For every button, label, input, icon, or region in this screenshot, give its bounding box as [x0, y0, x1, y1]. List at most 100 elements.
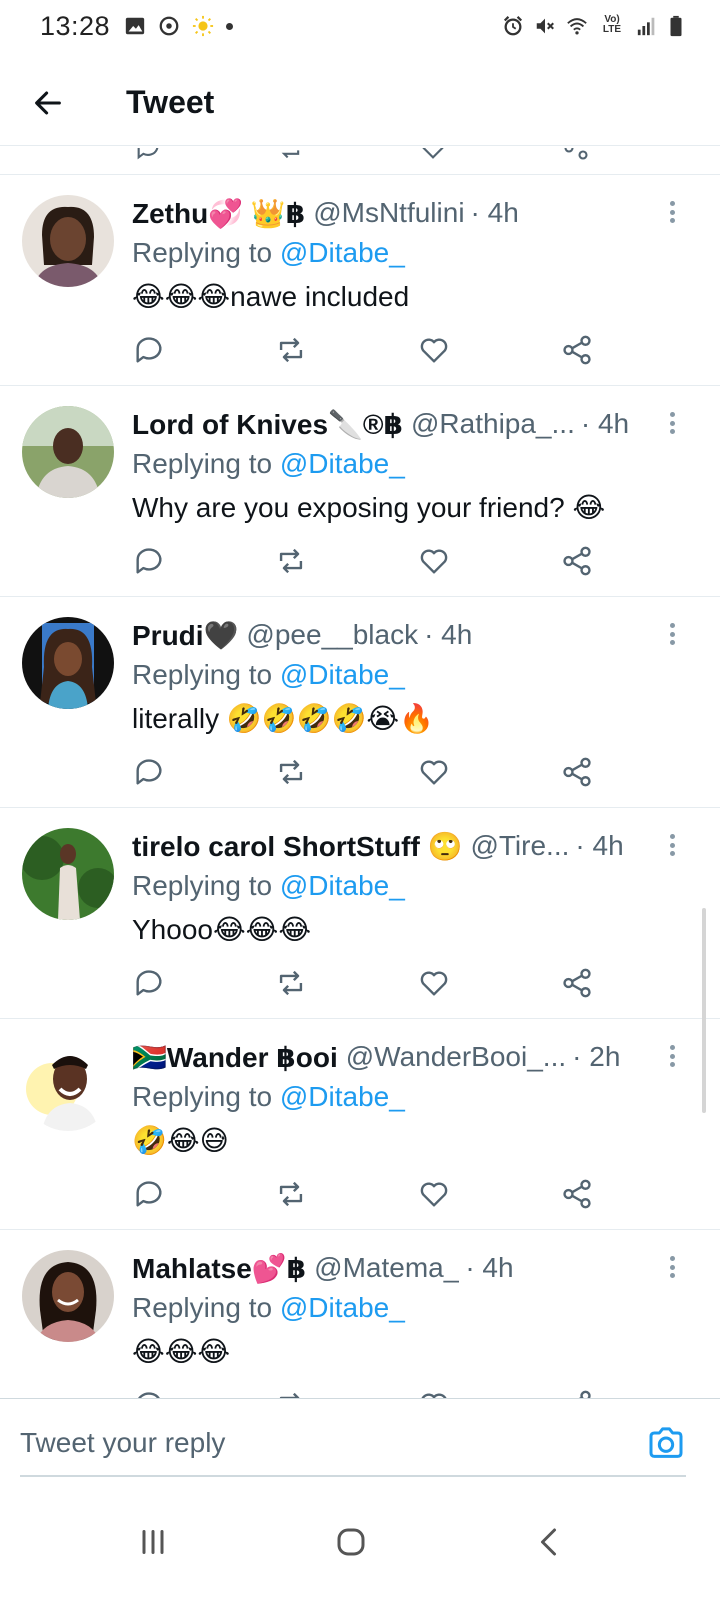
share-icon	[563, 968, 591, 998]
more-options-button[interactable]	[662, 408, 682, 438]
share-button[interactable]	[560, 544, 594, 578]
author-handle[interactable]: @pee__black	[246, 619, 418, 651]
reply-button[interactable]	[132, 333, 166, 367]
like-button[interactable]	[417, 1388, 451, 1398]
avatar[interactable]	[22, 1039, 114, 1131]
like-button[interactable]	[417, 544, 451, 578]
reply-button[interactable]	[132, 966, 166, 1000]
share-button[interactable]	[560, 1388, 594, 1398]
author-handle[interactable]: @Tire...	[470, 830, 569, 862]
avatar[interactable]	[22, 406, 114, 498]
reply-button[interactable]	[132, 544, 166, 578]
tweet-item[interactable]: tirelo carol ShortStuff 🙄 @Tire... · 4h …	[0, 808, 720, 1019]
reply-icon	[136, 1181, 162, 1207]
reply-icon	[138, 1392, 160, 1398]
retweet-button[interactable]	[274, 755, 308, 789]
app-header: Tweet	[0, 60, 720, 146]
more-options-button[interactable]	[662, 1252, 682, 1282]
status-right-icons: Vo) LTE	[502, 15, 684, 37]
like-button[interactable]	[417, 1177, 451, 1211]
tweet-list: Zethu💞 👑฿ @MsNtfulini · 4h Replying to @…	[0, 175, 720, 1398]
more-options-button[interactable]	[662, 619, 682, 649]
reply-button[interactable]	[132, 1177, 166, 1211]
status-left-icons	[124, 15, 234, 37]
tweet-actions	[132, 1177, 602, 1213]
more-options-button[interactable]	[662, 830, 682, 860]
tweet-time: · 2h	[572, 1041, 621, 1072]
more-options-button[interactable]	[662, 1041, 682, 1071]
retweet-icon	[279, 970, 303, 996]
tweet-actions	[132, 1388, 602, 1398]
retweet-button[interactable]	[274, 544, 308, 578]
dot-icon	[226, 22, 234, 30]
battery-icon	[668, 15, 684, 37]
share-button[interactable]	[560, 333, 594, 367]
avatar[interactable]	[22, 617, 114, 709]
share-button[interactable]	[560, 755, 594, 789]
retweet-icon[interactable]	[276, 148, 304, 162]
share-icon[interactable]	[562, 148, 590, 162]
author-name[interactable]: tirelo carol ShortStuff 🙄	[132, 830, 462, 863]
author-handle[interactable]: @MsNtfulini	[313, 197, 464, 229]
author-name[interactable]: Lord of Knives🔪®฿	[132, 408, 403, 441]
tweet-header: Prudi🖤 @pee__black · 4h	[132, 617, 660, 653]
avatar[interactable]	[22, 195, 114, 287]
share-button[interactable]	[560, 966, 594, 1000]
scrollbar[interactable]	[702, 908, 706, 1113]
author-handle[interactable]: @Rathipa_...	[411, 408, 575, 440]
author-handle[interactable]: @Matema_	[314, 1252, 459, 1284]
more-options-button[interactable]	[662, 197, 682, 227]
author-name[interactable]: 🇿🇦Wander ฿ooi	[132, 1041, 338, 1074]
reply-composer	[0, 1398, 720, 1488]
retweet-button[interactable]	[274, 1177, 308, 1211]
retweet-button[interactable]	[274, 966, 308, 1000]
reply-icon	[136, 970, 162, 996]
reply-button[interactable]	[132, 755, 166, 789]
camera-icon	[649, 1427, 683, 1458]
tweet-actions	[132, 544, 602, 580]
retweet-button[interactable]	[274, 333, 308, 367]
replying-to-link[interactable]: @Ditabe_	[280, 1081, 405, 1112]
tweet-item[interactable]: Prudi🖤 @pee__black · 4h Replying to @Dit…	[0, 597, 720, 808]
replying-to-link[interactable]: @Ditabe_	[280, 448, 405, 479]
replying-to-link[interactable]: @Ditabe_	[280, 237, 405, 268]
avatar[interactable]	[22, 1250, 114, 1342]
tweet-text: 😂😂😂	[132, 1336, 231, 1367]
tweet-item[interactable]: Zethu💞 👑฿ @MsNtfulini · 4h Replying to @…	[0, 175, 720, 386]
like-button[interactable]	[417, 966, 451, 1000]
author-name[interactable]: Zethu💞 👑฿	[132, 197, 305, 230]
avatar[interactable]	[22, 828, 114, 920]
like-button[interactable]	[417, 755, 451, 789]
like-button[interactable]	[417, 333, 451, 367]
tweet-item[interactable]: Lord of Knives🔪®฿ @Rathipa_... · 4h Repl…	[0, 386, 720, 597]
retweet-button[interactable]	[274, 1388, 308, 1398]
reply-feed: Zethu💞 👑฿ @MsNtfulini · 4h Replying to @…	[0, 148, 720, 1398]
author-name[interactable]: Prudi🖤	[132, 619, 238, 652]
heart-icon[interactable]	[419, 148, 447, 162]
tweet-item[interactable]: 🇿🇦Wander ฿ooi @WanderBooi_... · 2h Reply…	[0, 1019, 720, 1230]
reply-icon	[136, 759, 162, 785]
back-button[interactable]	[18, 73, 78, 133]
camera-button[interactable]	[646, 1423, 686, 1463]
replying-to-link[interactable]: @Ditabe_	[280, 870, 405, 901]
heart-icon	[420, 760, 448, 785]
author-handle[interactable]: @WanderBooi_...	[346, 1041, 566, 1073]
replying-to-link[interactable]: @Ditabe_	[280, 1292, 405, 1323]
reply-icon[interactable]	[134, 148, 162, 162]
tweet-item[interactable]: Mahlatse💕฿ @Matema_ · 4h Replying to @Di…	[0, 1230, 720, 1398]
replying-to-link[interactable]: @Ditabe_	[280, 659, 405, 690]
author-name[interactable]: Mahlatse💕฿	[132, 1252, 306, 1285]
recents-button[interactable]	[125, 1514, 181, 1570]
arrow-left-icon	[35, 91, 61, 114]
wifi-icon	[566, 15, 588, 37]
share-icon	[563, 546, 591, 576]
share-button[interactable]	[560, 1177, 594, 1211]
retweet-icon	[279, 759, 303, 785]
tweet-actions	[132, 966, 602, 1002]
status-bar: 13:28 Vo) LTE	[0, 0, 720, 52]
reply-button[interactable]	[132, 1388, 166, 1398]
home-button[interactable]	[323, 1514, 379, 1570]
system-back-button[interactable]	[522, 1514, 578, 1570]
reply-input[interactable]	[20, 1417, 620, 1469]
previous-tweet-actions	[0, 148, 720, 175]
